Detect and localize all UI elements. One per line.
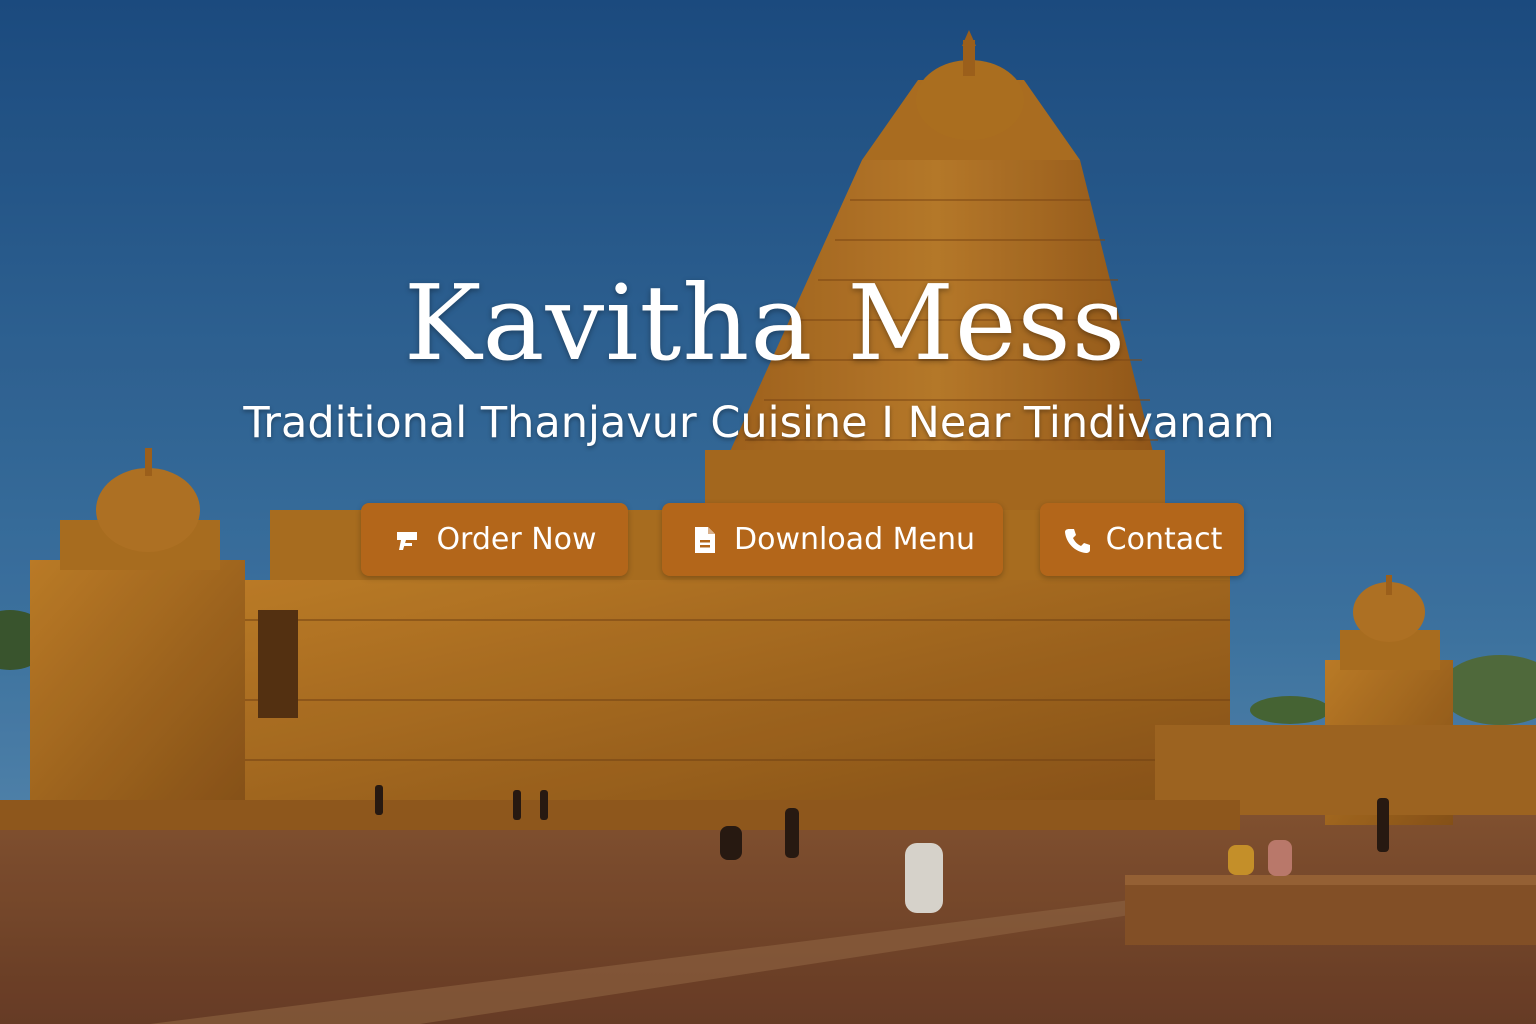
site-title: Kavitha Mess	[403, 262, 1127, 384]
site-subtitle: Traditional Thanjavur Cuisine I Near Tin…	[243, 398, 1275, 448]
contact-button[interactable]: Contact	[1040, 503, 1244, 576]
order-now-button[interactable]: Order Now	[361, 503, 628, 576]
hero-section: Kavitha Mess Traditional Thanjavur Cuisi…	[0, 0, 1536, 1024]
download-menu-label: Download Menu	[733, 522, 976, 557]
phone-icon	[1062, 525, 1092, 555]
download-menu-button[interactable]: Download Menu	[662, 503, 1003, 576]
food-order-icon	[392, 525, 422, 555]
order-now-label: Order Now	[436, 522, 597, 557]
contact-label: Contact	[1105, 522, 1223, 557]
document-icon	[690, 525, 720, 555]
